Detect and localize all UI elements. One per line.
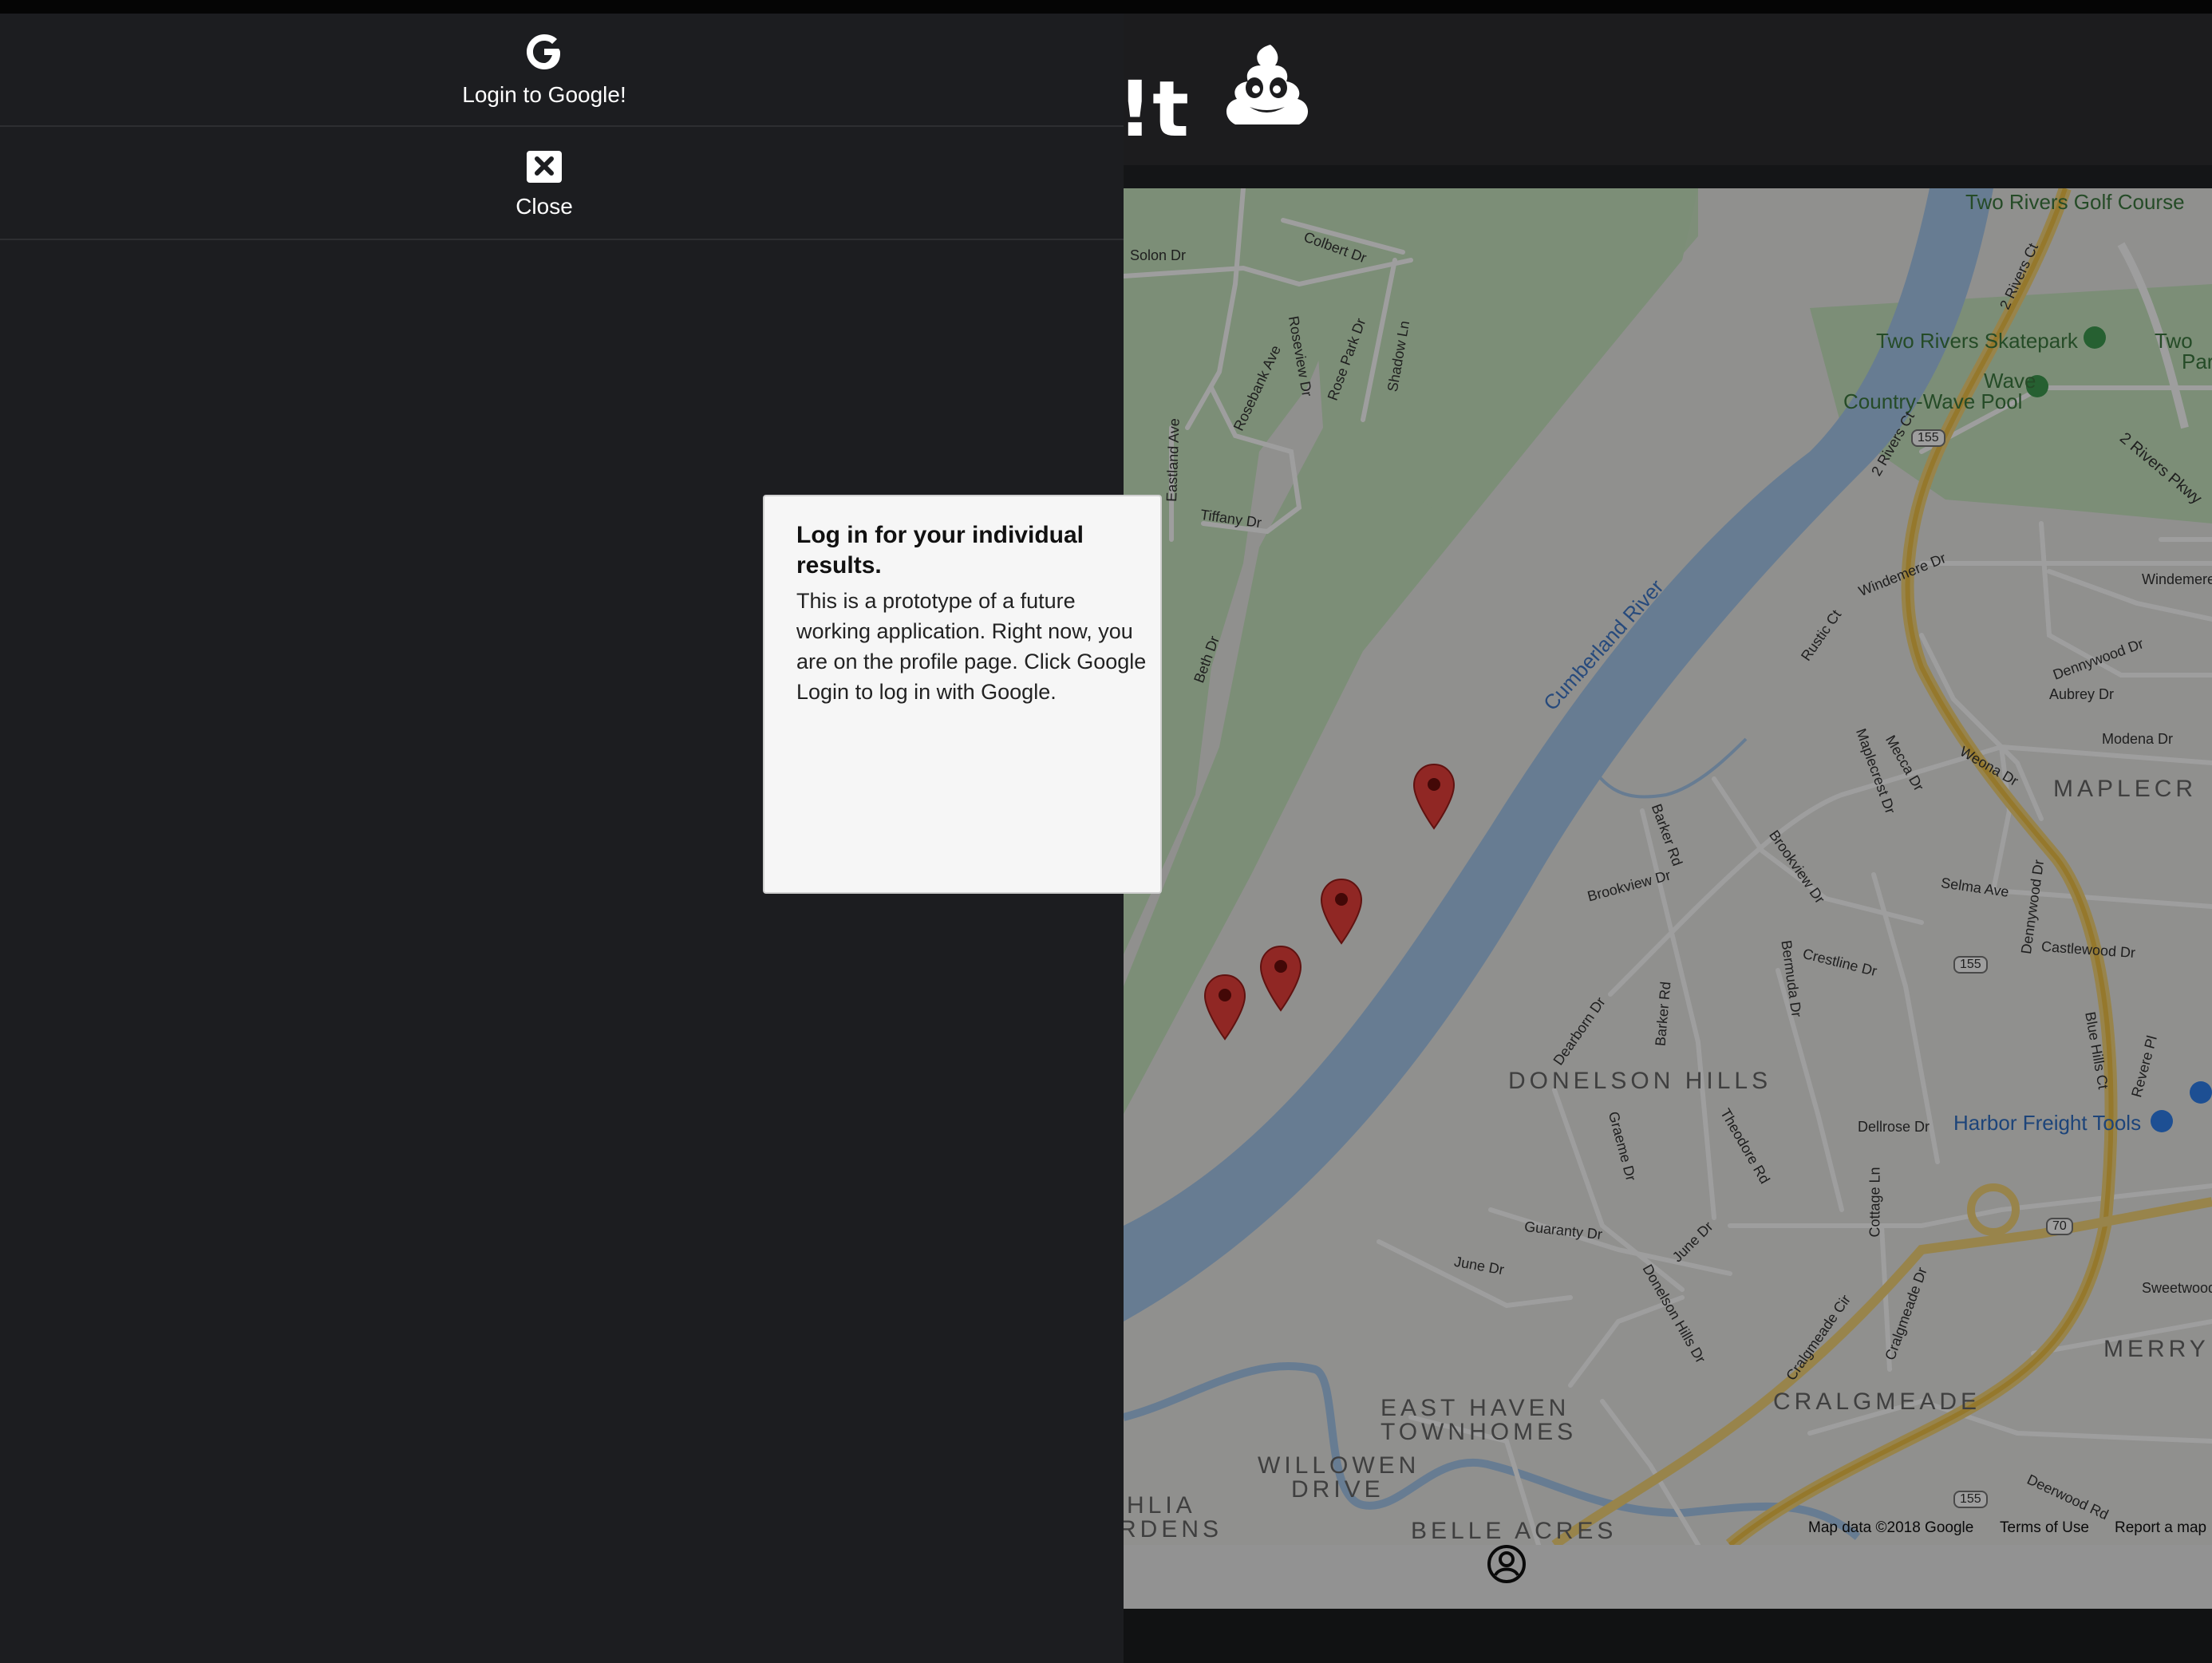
highway-shield: 70 <box>2046 1218 2073 1235</box>
neighborhood-label: EAST HAVEN <box>1381 1395 1570 1421</box>
street-label: Modena Dr <box>2102 731 2174 747</box>
map-marker[interactable] <box>1412 763 1456 830</box>
map-marker[interactable] <box>1320 878 1363 945</box>
neighborhood-label: MERRY <box>2103 1336 2210 1362</box>
place-label: Country-Wave Pool <box>1843 389 2023 413</box>
terms-link[interactable]: Terms of Use <box>2000 1519 2089 1537</box>
highway-shield: 155 <box>1953 1491 1988 1508</box>
dialog-body: This is a prototype of a future working … <box>796 589 1147 704</box>
street-label: Sweetwood <box>2142 1280 2212 1296</box>
neighborhood-label: BELLE ACRES <box>1411 1518 1618 1544</box>
report-map-link[interactable]: Report a map <box>2115 1519 2206 1537</box>
top-edge <box>0 0 2212 14</box>
map-marker[interactable] <box>1259 945 1302 1012</box>
neighborhood-label: CRALGMEADE <box>1773 1388 1981 1415</box>
street-label: Eastland Ave <box>1163 417 1183 503</box>
account-icon[interactable] <box>1486 1543 1527 1585</box>
neighborhood-label: DRIVE <box>1291 1476 1384 1503</box>
street-label: Dellrose Dr <box>1858 1119 1930 1135</box>
map-view[interactable]: Two Rivers Golf Course Two Rivers Skatep… <box>1124 188 2212 1545</box>
login-google-button[interactable]: Login to Google! <box>0 14 1124 127</box>
highway-shield: 155 <box>1953 956 1988 974</box>
close-label: Close <box>515 194 573 219</box>
street-label: Cottage Ln <box>1866 1167 1883 1238</box>
street-label: Solon Dr <box>1130 247 1187 263</box>
map-attribution: Map data ©2018 Google <box>1808 1519 1974 1536</box>
place-label: Two Rivers Golf Course <box>1965 190 2185 214</box>
place-label: Two Rivers Skatepark <box>1876 329 2078 353</box>
bottom-edge <box>1124 1609 2212 1663</box>
bottom-nav <box>1124 1545 2212 1609</box>
map-marker[interactable] <box>1203 974 1246 1041</box>
google-g-icon <box>527 34 560 69</box>
street-label: Windemere <box>2142 571 2212 587</box>
neighborhood-label: TOWNHOMES <box>1381 1419 1578 1445</box>
place-label: Par <box>2182 350 2212 373</box>
login-prompt-dialog: Log in for your individual results. This… <box>763 495 1162 894</box>
neighborhood-label: MAPLECR <box>2053 776 2198 802</box>
neighborhood-label: HLIA <box>1127 1492 1196 1519</box>
neighborhood-label: WILLOWEN <box>1258 1452 1420 1479</box>
close-box-icon <box>527 151 562 183</box>
highway-shield: 155 <box>1911 429 1945 447</box>
poop-emoji-icon <box>1226 45 1309 124</box>
neighborhood-label: RDENS <box>1124 1516 1223 1543</box>
neighborhood-label: DONELSON HILLS <box>1508 1068 1772 1094</box>
place-label: Harbor Freight Tools <box>1953 1111 2142 1135</box>
close-button[interactable]: Close <box>0 127 1124 240</box>
street-label: Aubrey Dr <box>2049 686 2115 702</box>
login-google-label: Login to Google! <box>462 82 626 107</box>
dialog-title: Log in for your individual results. <box>796 522 1084 579</box>
